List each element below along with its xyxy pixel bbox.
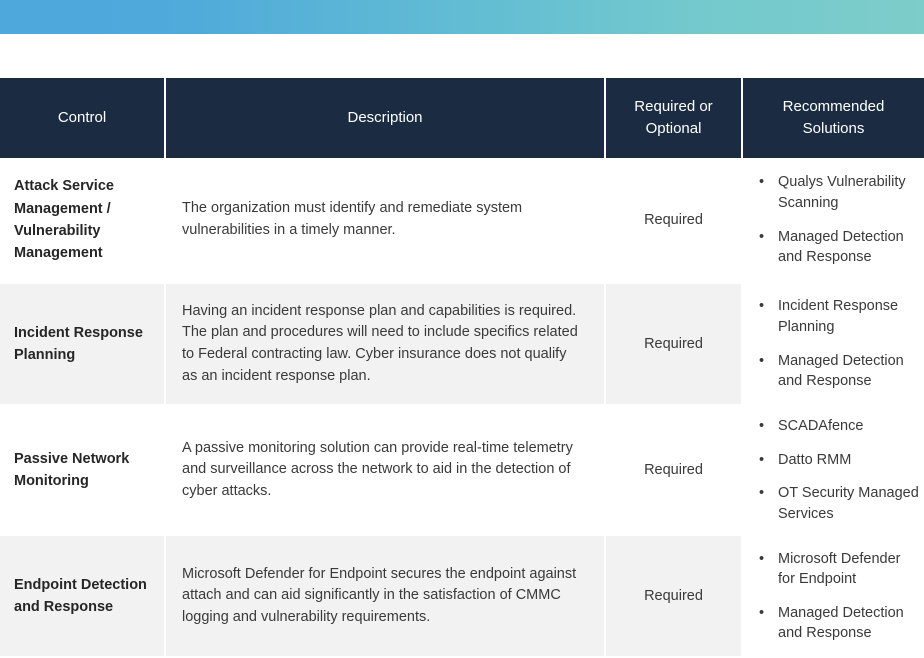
table-body: Attack Service Management / Vulnerabilit…	[0, 158, 924, 658]
solution-list-item: • Datto RMM	[751, 450, 920, 471]
column-header-description: Description	[165, 78, 606, 158]
cell-control: Attack Service Management / Vulnerabilit…	[0, 158, 166, 284]
solution-label: Managed Detection and Response	[778, 228, 904, 266]
table-row: Incident Response Planning Having an inci…	[0, 283, 924, 406]
table-row: Attack Service Management / Vulnerabilit…	[0, 158, 924, 284]
solution-list-item: • Managed Detection and Response	[751, 227, 920, 268]
table-header-row: Control Description Required or Optional…	[0, 78, 924, 158]
solution-label: OT Security Managed Services	[778, 485, 919, 522]
cell-required-or-optional: Required	[605, 405, 743, 537]
solution-list-item: • Managed Detection and Response	[751, 603, 920, 644]
bullet-icon: •	[759, 451, 765, 468]
solutions-list: • Qualys Vulnerability Scanning • Managed D…	[751, 172, 920, 267]
cell-description: Having an incident response plan and cap…	[165, 283, 606, 406]
column-header-required-line2: Optional	[645, 120, 702, 137]
solutions-list: • SCADAfence • Datto RMM • OT Security Manage…	[751, 416, 920, 524]
bullet-icon: •	[759, 485, 765, 502]
cell-required-or-optional: Required	[605, 158, 743, 284]
table-header: Control Description Required or Optional…	[0, 78, 924, 158]
solution-list-item: • OT Security Managed Services	[751, 483, 920, 524]
cell-description: A passive monitoring solution can provid…	[165, 405, 606, 537]
bullet-icon: •	[759, 604, 765, 621]
solution-label: SCADAfence	[778, 418, 864, 434]
banner-spacer	[0, 34, 924, 78]
cell-control: Incident Response Planning	[0, 283, 166, 406]
column-header-required-line1: Required or	[634, 98, 713, 116]
table-row: Endpoint Detection and Response Microsoft…	[0, 535, 924, 658]
cell-description: Microsoft Defender for Endpoint secures …	[165, 535, 606, 658]
cell-required-or-optional: Required	[605, 535, 743, 658]
solution-label: Incident Response Planning	[778, 298, 899, 335]
bullet-icon: •	[759, 174, 765, 191]
cmmc-controls-table: Control Description Required or Optional…	[0, 78, 924, 658]
solution-list-item: • SCADAfence	[751, 416, 920, 437]
solution-label: Managed Detection and Response	[778, 352, 904, 390]
solution-label: Qualys Vulnerability Scanning	[778, 174, 906, 211]
cell-control: Passive Network Monitoring	[0, 405, 166, 537]
solutions-list: • Incident Response Planning • Managed Dete…	[751, 296, 920, 391]
bullet-icon: •	[759, 418, 765, 434]
solutions-list: • Microsoft Defender for Endpoint • Managed…	[751, 549, 920, 644]
column-header-control: Control	[0, 78, 166, 158]
solution-list-item: • Managed Detection and Response	[751, 351, 920, 392]
bullet-icon: •	[759, 228, 765, 245]
cell-recommended-solutions: • Incident Response Planning • Managed Dete…	[742, 283, 924, 406]
bullet-icon: •	[759, 352, 765, 369]
cell-recommended-solutions: • Qualys Vulnerability Scanning • Managed D…	[742, 158, 924, 284]
table-row: Passive Network Monitoring A passive moni…	[0, 405, 924, 537]
solution-list-item: • Incident Response Planning	[751, 296, 920, 337]
cell-control: Endpoint Detection and Response	[0, 535, 166, 658]
bullet-icon: •	[759, 298, 765, 315]
page-banner	[0, 0, 924, 34]
solution-list-item: • Microsoft Defender for Endpoint	[751, 549, 920, 590]
cell-recommended-solutions: • SCADAfence • Datto RMM • OT Security Manage…	[742, 405, 924, 537]
column-header-solutions-line2: Solutions	[802, 120, 865, 137]
solution-label: Datto RMM	[778, 451, 852, 468]
column-header-recommended-solutions: Recommended Solutions	[742, 78, 924, 158]
column-header-solutions-line1: Recommended	[782, 98, 885, 116]
cell-recommended-solutions: • Microsoft Defender for Endpoint • Managed…	[742, 535, 924, 658]
column-header-required-or-optional: Required or Optional	[605, 78, 743, 158]
solution-label: Microsoft Defender for Endpoint	[778, 550, 901, 588]
solution-list-item: • Qualys Vulnerability Scanning	[751, 172, 920, 213]
bullet-icon: •	[759, 550, 765, 567]
cell-required-or-optional: Required	[605, 283, 743, 406]
cell-description: The organization must identify and remed…	[165, 158, 606, 284]
